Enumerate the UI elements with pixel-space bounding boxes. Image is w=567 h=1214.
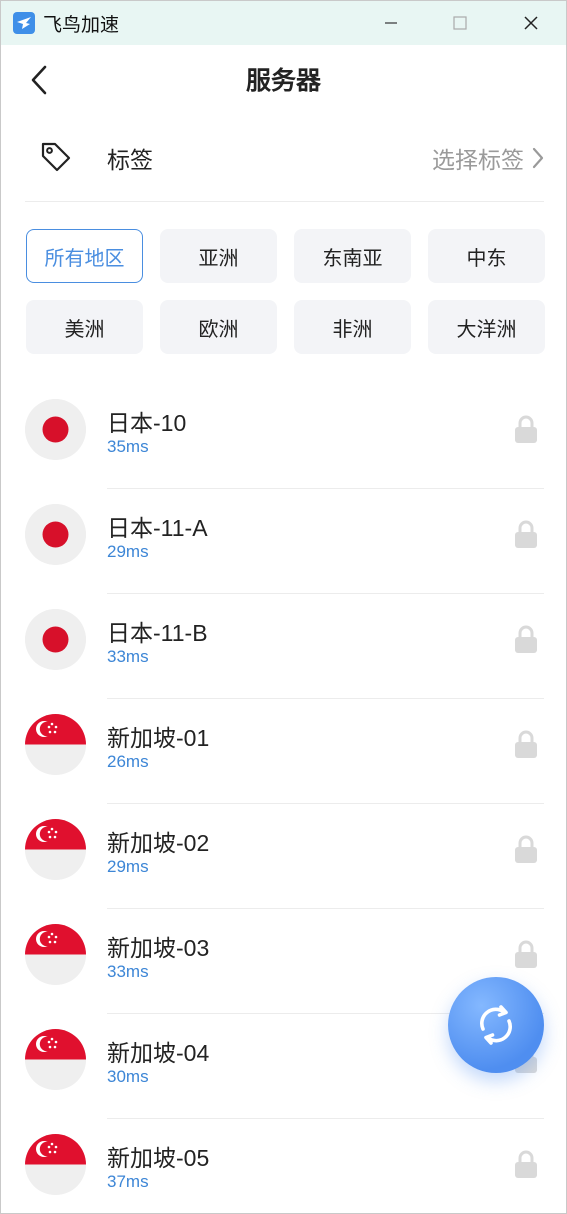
server-item[interactable]: 日本-10 35ms — [1, 384, 566, 489]
japan-flag-icon — [25, 609, 86, 670]
server-ping: 33ms — [107, 962, 149, 981]
singapore-flag-icon — [25, 1029, 86, 1090]
server-item[interactable]: 新加坡-02 29ms — [1, 804, 566, 909]
select-tag-button[interactable]: 选择标签 — [432, 141, 544, 175]
lock-icon — [515, 520, 537, 548]
close-button[interactable] — [501, 1, 561, 45]
tag-icon — [41, 142, 71, 172]
lock-icon — [515, 940, 537, 968]
lock-icon — [515, 835, 537, 863]
lock-icon — [515, 625, 537, 653]
lock-icon — [515, 730, 537, 758]
select-tag-label: 选择标签 — [432, 147, 524, 173]
singapore-flag-icon — [25, 819, 86, 880]
server-name: 新加坡-01 — [107, 725, 210, 751]
server-ping: 29ms — [107, 857, 149, 876]
chevron-left-icon — [31, 65, 47, 95]
tag-filter-row[interactable]: 标签 选择标签 — [25, 115, 544, 202]
server-name: 日本-10 — [107, 410, 187, 436]
server-ping: 30ms — [107, 1067, 149, 1086]
server-item[interactable]: 日本-11-A 29ms — [1, 489, 566, 594]
server-ping: 35ms — [107, 437, 149, 456]
lock-icon — [515, 415, 537, 443]
singapore-flag-icon — [25, 924, 86, 985]
page-title: 服务器 — [245, 67, 321, 95]
app-window: 飞鸟加速 服务器 标签 选择标签 所有地区 亚洲 东南亚 中东 美洲 欧洲 非洲… — [0, 0, 567, 1214]
maximize-button[interactable] — [430, 1, 490, 45]
app-logo-icon — [13, 12, 35, 34]
server-name: 新加坡-02 — [107, 830, 210, 856]
app-title: 飞鸟加速 — [43, 14, 120, 36]
region-chip-southeast-asia[interactable]: 东南亚 — [294, 229, 411, 283]
region-chip-oceania[interactable]: 大洋洲 — [428, 300, 545, 354]
region-chip-africa[interactable]: 非洲 — [294, 300, 411, 354]
chevron-right-icon — [532, 147, 544, 169]
region-filter: 所有地区 亚洲 东南亚 中东 美洲 欧洲 非洲 大洋洲 — [1, 202, 566, 354]
region-chip-asia[interactable]: 亚洲 — [160, 229, 277, 283]
server-item[interactable]: 新加坡-01 26ms — [1, 699, 566, 804]
title-bar[interactable]: 飞鸟加速 — [1, 1, 566, 45]
server-ping: 33ms — [107, 647, 149, 666]
server-ping: 29ms — [107, 542, 149, 561]
refresh-button[interactable] — [448, 977, 544, 1073]
page-header: 服务器 — [1, 45, 566, 115]
server-ping: 26ms — [107, 752, 149, 771]
server-name: 日本-11-A — [107, 515, 208, 541]
minimize-button[interactable] — [361, 1, 421, 45]
server-item[interactable]: 新加坡-05 37ms — [1, 1119, 566, 1213]
server-name: 新加坡-03 — [107, 935, 210, 961]
singapore-flag-icon — [25, 714, 86, 775]
japan-flag-icon — [25, 504, 86, 565]
server-item[interactable]: 日本-11-B 33ms — [1, 594, 566, 699]
server-name: 新加坡-04 — [107, 1040, 210, 1066]
region-chip-europe[interactable]: 欧洲 — [160, 300, 277, 354]
region-chip-all[interactable]: 所有地区 — [26, 229, 143, 283]
back-button[interactable] — [21, 62, 57, 98]
lock-icon — [515, 1150, 537, 1178]
server-name: 新加坡-05 — [107, 1145, 210, 1171]
region-chip-middle-east[interactable]: 中东 — [428, 229, 545, 283]
tag-label: 标签 — [107, 147, 153, 173]
region-chip-americas[interactable]: 美洲 — [26, 300, 143, 354]
japan-flag-icon — [25, 399, 86, 460]
server-name: 日本-11-B — [107, 620, 208, 646]
server-ping: 37ms — [107, 1172, 149, 1191]
server-list: 日本-10 35ms 日本-11-A 29ms 日本-11-B 33ms 新加坡… — [1, 384, 566, 1213]
singapore-flag-icon — [25, 1134, 86, 1195]
refresh-icon — [480, 1005, 512, 1045]
